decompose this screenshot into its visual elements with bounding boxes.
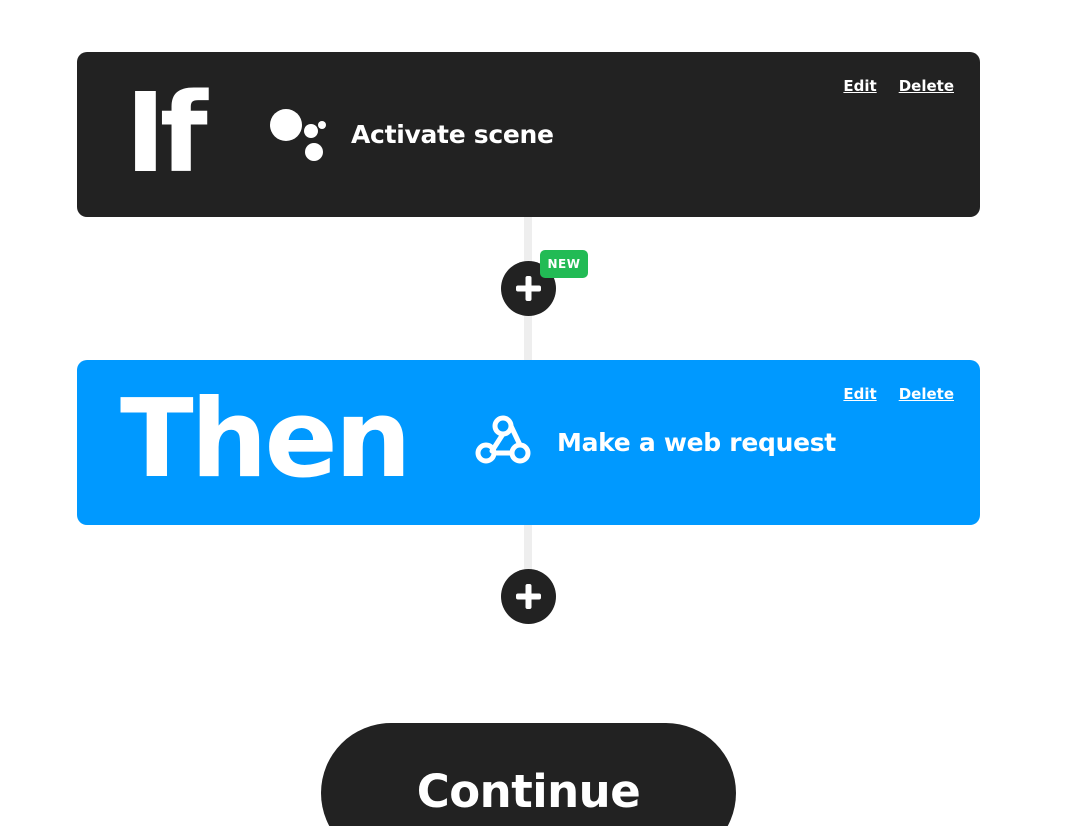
google-assistant-icon <box>270 109 326 161</box>
continue-button[interactable]: Continue <box>321 723 736 826</box>
then-keyword: Then <box>120 377 412 502</box>
action-actions: Edit Delete <box>843 385 954 403</box>
trigger-card[interactable]: If Activate scene Edit Delete <box>77 52 980 217</box>
new-badge: NEW <box>540 250 588 278</box>
if-keyword: If <box>125 69 208 197</box>
trigger-actions: Edit Delete <box>843 77 954 95</box>
action-label: Make a web request <box>557 428 836 457</box>
add-action-button[interactable] <box>501 569 556 624</box>
applet-builder: If Activate scene Edit Delete NEW Then M… <box>0 0 1087 826</box>
action-card[interactable]: Then Make a web request Edit Delete <box>77 360 980 525</box>
plus-icon <box>516 584 541 609</box>
delete-action-link[interactable]: Delete <box>899 385 954 403</box>
edit-trigger-link[interactable]: Edit <box>843 77 876 95</box>
trigger-label: Activate scene <box>351 120 554 149</box>
webhooks-icon <box>475 415 531 464</box>
edit-action-link[interactable]: Edit <box>843 385 876 403</box>
delete-trigger-link[interactable]: Delete <box>899 77 954 95</box>
